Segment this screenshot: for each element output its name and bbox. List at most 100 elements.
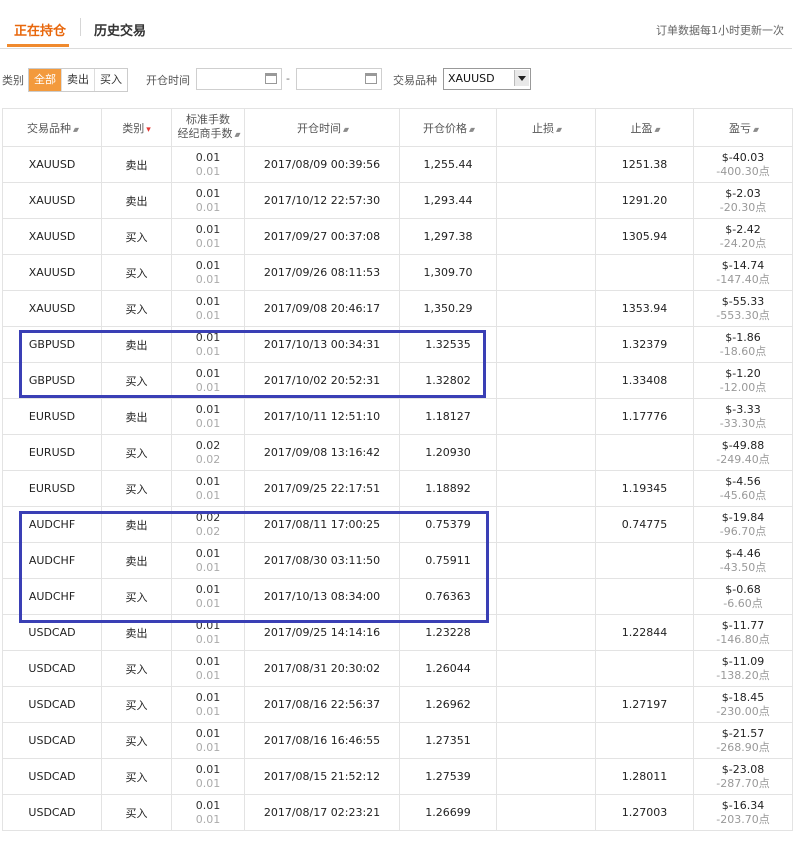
cell-take-profit: 1353.94 xyxy=(595,290,694,327)
table-row[interactable]: XAUUSD 卖出 0.01 0.01 2017/10/12 22:57:30 1,293… xyxy=(2,182,793,219)
header-open-time[interactable]: 开仓时间 xyxy=(244,108,400,147)
table-row[interactable]: EURUSD 卖出 0.01 0.01 2017/10/11 12:51:10 1.181… xyxy=(2,398,793,435)
cell-open-time: 2017/09/08 13:16:42 xyxy=(244,434,400,471)
cell-open-time: 2017/09/27 00:37:08 xyxy=(244,218,400,255)
cell-profit-amount: $-40.03 xyxy=(721,150,765,164)
header-symbol[interactable]: 交易品种 xyxy=(2,108,102,147)
cell-lots: 0.01 0.01 xyxy=(171,794,245,831)
table-row[interactable]: USDCAD 买入 0.01 0.01 2017/08/15 21:52:12 1.275… xyxy=(2,758,793,795)
symbol-label: 交易品种 xyxy=(393,74,437,87)
cell-profit-points: -230.00点 xyxy=(716,704,770,718)
category-all-button[interactable]: 全部 xyxy=(29,69,61,91)
table-row[interactable]: XAUUSD 买入 0.01 0.01 2017/09/08 20:46:17 1,350… xyxy=(2,290,793,327)
cell-stop-loss xyxy=(496,578,596,615)
table-row[interactable]: USDCAD 卖出 0.01 0.01 2017/09/25 14:14:16 1.232… xyxy=(2,614,793,651)
cell-symbol: AUDCHF xyxy=(2,506,102,543)
cell-open-time: 2017/08/09 00:39:56 xyxy=(244,146,400,183)
cell-take-profit: 1.27197 xyxy=(595,686,694,723)
header-stop-loss[interactable]: 止损 xyxy=(496,108,596,147)
cell-type: 买入 xyxy=(101,722,172,759)
tab-bar: 正在持仓 历史交易 订单数据每1小时更新一次 xyxy=(0,0,792,49)
header-take-profit[interactable]: 止盈 xyxy=(595,108,694,147)
cell-lots-standard: 0.01 xyxy=(195,294,221,308)
cell-type: 买入 xyxy=(101,578,172,615)
cell-take-profit: 1251.38 xyxy=(595,146,694,183)
header-lots-broker[interactable]: 经纪商手数 xyxy=(172,127,244,142)
cell-profit: $-19.84 -96.70点 xyxy=(693,506,793,543)
date-separator: - xyxy=(286,72,290,85)
cell-profit-points: -45.60点 xyxy=(719,488,767,502)
table-row[interactable]: AUDCHF 卖出 0.02 0.02 2017/08/11 17:00:25 0.753… xyxy=(2,506,793,543)
cell-open-time: 2017/10/02 20:52:31 xyxy=(244,362,400,399)
cell-lots: 0.01 0.01 xyxy=(171,614,245,651)
end-date-input[interactable] xyxy=(296,68,382,90)
cell-open-price: 1,309.70 xyxy=(399,254,497,291)
calendar-icon[interactable] xyxy=(265,73,277,84)
cell-stop-loss xyxy=(496,758,596,795)
cell-stop-loss xyxy=(496,434,596,471)
table-row[interactable]: GBPUSD 买入 0.01 0.01 2017/10/02 20:52:31 1.328… xyxy=(2,362,793,399)
cell-stop-loss xyxy=(496,506,596,543)
table-row[interactable]: EURUSD 买入 0.01 0.01 2017/09/25 22:17:51 1.188… xyxy=(2,470,793,507)
cell-type: 买入 xyxy=(101,434,172,471)
cell-take-profit: 1.27003 xyxy=(595,794,694,831)
tab-open-positions[interactable]: 正在持仓 xyxy=(14,20,66,39)
cell-profit-points: -268.90点 xyxy=(716,740,770,754)
header-profit[interactable]: 盈亏 xyxy=(693,108,793,147)
cell-open-price: 0.75911 xyxy=(399,542,497,579)
cell-type: 卖出 xyxy=(101,542,172,579)
calendar-icon[interactable] xyxy=(365,73,377,84)
cell-type: 买入 xyxy=(101,470,172,507)
start-date-input[interactable] xyxy=(196,68,282,90)
table-row[interactable]: EURUSD 买入 0.02 0.02 2017/09/08 13:16:42 1.209… xyxy=(2,434,793,471)
table-row[interactable]: XAUUSD 买入 0.01 0.01 2017/09/26 08:11:53 1,309… xyxy=(2,254,793,291)
cell-type: 买入 xyxy=(101,650,172,687)
table-row[interactable]: AUDCHF 买入 0.01 0.01 2017/10/13 08:34:00 0.763… xyxy=(2,578,793,615)
table-row[interactable]: AUDCHF 卖出 0.01 0.01 2017/08/30 03:11:50 0.759… xyxy=(2,542,793,579)
category-sell-button[interactable]: 卖出 xyxy=(61,69,94,91)
cell-open-time: 2017/08/15 21:52:12 xyxy=(244,758,400,795)
table-row[interactable]: XAUUSD 卖出 0.01 0.01 2017/08/09 00:39:56 1,255… xyxy=(2,146,793,183)
symbol-select[interactable]: XAUUSD xyxy=(443,68,531,90)
cell-lots: 0.01 0.01 xyxy=(171,650,245,687)
cell-take-profit: 1.32379 xyxy=(595,326,694,363)
table-row[interactable]: XAUUSD 买入 0.01 0.01 2017/09/27 00:37:08 1,297… xyxy=(2,218,793,255)
update-note: 订单数据每1小时更新一次 xyxy=(656,24,784,37)
category-buy-button[interactable]: 买入 xyxy=(94,69,127,91)
cell-type: 买入 xyxy=(101,686,172,723)
positions-table: 交易品种 类别 标准手数 经纪商手数 开仓时间 开仓价格 止损 止盈 盈亏 XA… xyxy=(2,108,793,831)
header-open-price[interactable]: 开仓价格 xyxy=(399,108,497,147)
cell-open-time: 2017/08/16 16:46:55 xyxy=(244,722,400,759)
cell-profit: $-0.68 -6.60点 xyxy=(693,578,793,615)
cell-stop-loss xyxy=(496,254,596,291)
cell-open-time: 2017/08/30 03:11:50 xyxy=(244,542,400,579)
cell-stop-loss xyxy=(496,542,596,579)
cell-profit-amount: $-2.03 xyxy=(725,186,761,200)
cell-profit: $-2.42 -24.20点 xyxy=(693,218,793,255)
dropdown-button[interactable] xyxy=(514,70,529,86)
cell-lots-broker: 0.01 xyxy=(195,344,221,358)
cell-profit-amount: $-23.08 xyxy=(721,762,765,776)
tab-trade-history[interactable]: 历史交易 xyxy=(94,20,146,39)
cell-lots-broker: 0.01 xyxy=(195,416,221,430)
table-row[interactable]: USDCAD 买入 0.01 0.01 2017/08/17 02:23:21 1.266… xyxy=(2,794,793,831)
cell-lots-broker: 0.01 xyxy=(195,668,221,682)
cell-symbol: XAUUSD xyxy=(2,146,102,183)
cell-take-profit xyxy=(595,650,694,687)
cell-type: 买入 xyxy=(101,794,172,831)
table-row[interactable]: USDCAD 买入 0.01 0.01 2017/08/16 22:56:37 1.269… xyxy=(2,686,793,723)
symbol-select-value: XAUUSD xyxy=(448,72,495,85)
cell-profit: $-55.33 -553.30点 xyxy=(693,290,793,327)
cell-lots: 0.01 0.01 xyxy=(171,182,245,219)
header-type[interactable]: 类别 xyxy=(101,108,172,147)
cell-symbol: EURUSD xyxy=(2,398,102,435)
cell-symbol: EURUSD xyxy=(2,470,102,507)
cell-lots-broker: 0.01 xyxy=(195,776,221,790)
table-row[interactable]: USDCAD 买入 0.01 0.01 2017/08/31 20:30:02 1.260… xyxy=(2,650,793,687)
cell-take-profit: 1.19345 xyxy=(595,470,694,507)
cell-symbol: GBPUSD xyxy=(2,362,102,399)
table-row[interactable]: GBPUSD 卖出 0.01 0.01 2017/10/13 00:34:31 1.325… xyxy=(2,326,793,363)
cell-lots-standard: 0.01 xyxy=(195,330,221,344)
table-row[interactable]: USDCAD 买入 0.01 0.01 2017/08/16 16:46:55 1.273… xyxy=(2,722,793,759)
cell-open-price: 1.18892 xyxy=(399,470,497,507)
